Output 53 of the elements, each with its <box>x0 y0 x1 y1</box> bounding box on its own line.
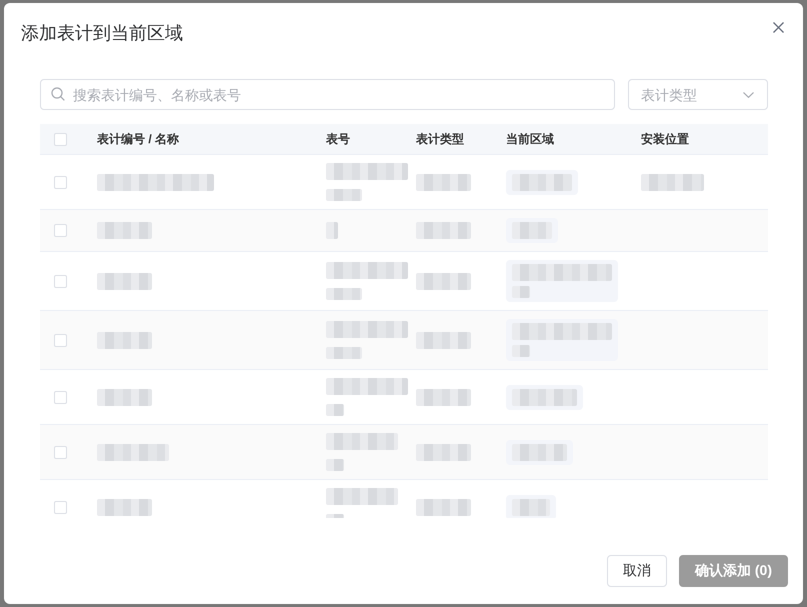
close-button[interactable] <box>771 20 786 35</box>
type-select-field[interactable]: 表计类型 <box>628 79 768 110</box>
blurred-text <box>512 388 577 406</box>
blurred-text <box>326 222 338 239</box>
blurred-text <box>326 459 344 471</box>
cancel-button[interactable]: 取消 <box>607 555 667 587</box>
blurred-text <box>416 388 471 406</box>
blurred-text <box>326 488 398 505</box>
blurred-text <box>326 189 362 201</box>
dialog-title: 添加表计到当前区域 <box>21 22 183 44</box>
row-checkbox[interactable] <box>54 390 67 404</box>
column-header: 当前区域 <box>506 132 554 146</box>
blurred-text <box>512 222 552 239</box>
blurred-text <box>326 288 362 300</box>
blurred-text <box>416 272 471 290</box>
blurred-text <box>97 388 152 406</box>
column-header: 表号 <box>326 132 350 146</box>
row-checkbox[interactable] <box>54 446 67 458</box>
blurred-text <box>416 174 471 190</box>
blurred-text <box>326 433 398 450</box>
search-icon <box>51 87 65 101</box>
search-field[interactable]: 搜索表计编号、名称或表号 <box>40 79 615 110</box>
select-all-checkbox[interactable] <box>54 132 67 146</box>
blurred-text <box>512 498 550 516</box>
row-checkbox[interactable] <box>54 500 67 514</box>
table-row[interactable] <box>40 210 768 252</box>
table-row[interactable] <box>40 311 768 370</box>
row-checkbox[interactable] <box>54 224 67 237</box>
row-checkbox[interactable] <box>54 334 67 346</box>
table-row[interactable] <box>40 425 768 480</box>
column-header: 表计编号 / 名称 <box>97 132 180 146</box>
blurred-text <box>97 444 169 460</box>
row-checkbox[interactable] <box>54 274 67 288</box>
blurred-text <box>416 444 471 460</box>
chevron-down-icon <box>743 92 754 98</box>
blurred-text <box>512 444 567 460</box>
column-header: 表计类型 <box>416 132 464 146</box>
blurred-text <box>326 404 344 416</box>
column-header: 安装位置 <box>641 132 689 146</box>
blurred-text <box>641 174 704 190</box>
blurred-text <box>97 222 152 239</box>
blurred-text <box>512 345 530 357</box>
blurred-text <box>512 174 572 190</box>
blurred-text <box>416 332 471 348</box>
blurred-text <box>97 272 152 290</box>
row-checkbox[interactable] <box>54 176 67 188</box>
blurred-text <box>512 286 530 298</box>
close-icon <box>773 22 784 33</box>
blurred-text <box>416 498 471 516</box>
blurred-text <box>97 498 152 516</box>
blurred-text <box>416 222 471 239</box>
blurred-text <box>97 332 152 348</box>
blurred-text <box>326 347 362 359</box>
